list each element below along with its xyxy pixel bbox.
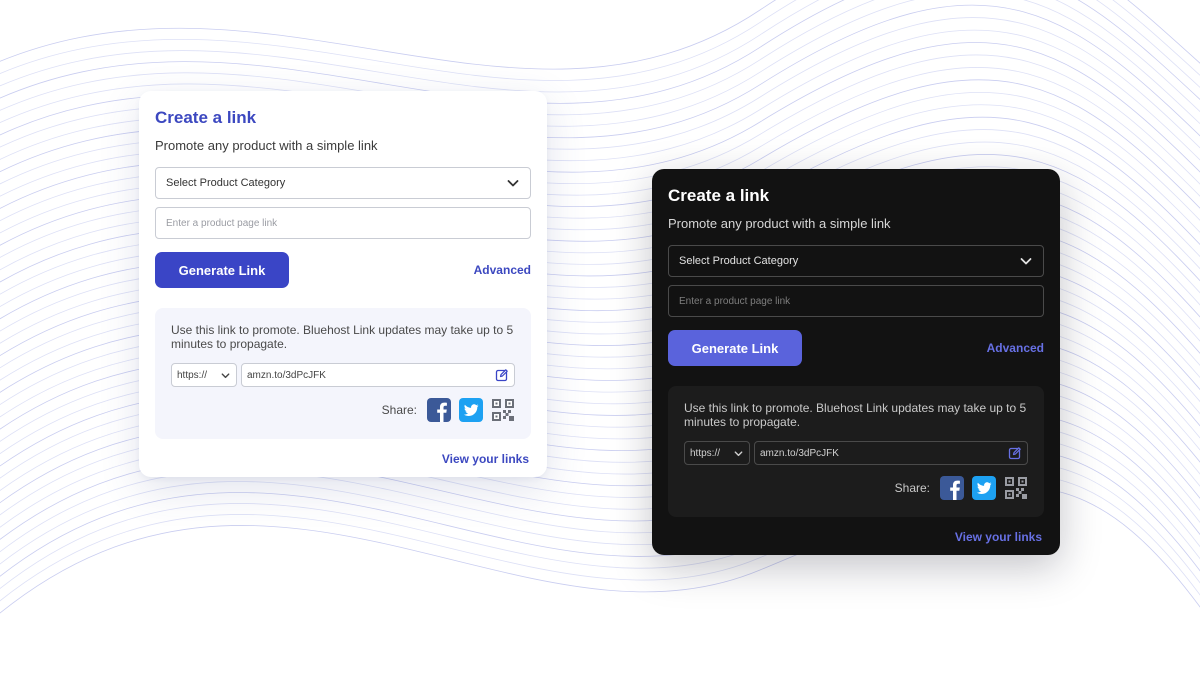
card-subtitle: Promote any product with a simple link <box>155 138 378 153</box>
view-your-links-link[interactable]: View your links <box>155 452 531 466</box>
background-wave-line <box>0 0 1200 70</box>
advanced-link[interactable]: Advanced <box>987 341 1044 355</box>
create-link-card-dark: Create a link Promote any product with a… <box>652 169 1060 555</box>
propagation-note: Use this link to promote. Bluehost Link … <box>684 401 1027 429</box>
chevron-down-icon <box>507 180 519 187</box>
product-category-select[interactable]: Select Product Category <box>668 245 1044 277</box>
card-title: Create a link <box>155 108 257 127</box>
share-label: Share: <box>894 481 930 495</box>
card-title: Create a link <box>668 186 770 205</box>
facebook-icon[interactable] <box>940 476 964 500</box>
facebook-icon[interactable] <box>427 398 451 422</box>
protocol-value: https:// <box>690 447 721 459</box>
product-category-select[interactable]: Select Product Category <box>155 167 531 199</box>
product-link-input[interactable]: Enter a product page link <box>155 207 531 239</box>
product-link-placeholder: Enter a product page link <box>679 295 791 307</box>
protocol-select[interactable]: https:// <box>684 441 750 465</box>
protocol-value: https:// <box>177 369 208 381</box>
short-url-value: amzn.to/3dPcJFK <box>247 369 326 381</box>
generated-link-panel: Use this link to promote. Bluehost Link … <box>155 308 531 439</box>
card-subtitle: Promote any product with a simple link <box>668 216 891 231</box>
chevron-down-icon <box>221 372 230 378</box>
qr-code-icon[interactable] <box>1004 476 1028 500</box>
view-your-links-link[interactable]: View your links <box>668 530 1044 544</box>
short-url-field[interactable]: amzn.to/3dPcJFK <box>241 363 515 387</box>
chevron-down-icon <box>734 450 743 456</box>
product-category-select-label: Select Product Category <box>166 177 286 189</box>
qr-code-icon[interactable] <box>491 398 515 422</box>
twitter-icon[interactable] <box>459 398 483 422</box>
product-link-input[interactable]: Enter a product page link <box>668 285 1044 317</box>
generate-link-button[interactable]: Generate Link <box>155 252 289 288</box>
share-label: Share: <box>381 403 417 417</box>
product-link-placeholder: Enter a product page link <box>166 217 278 229</box>
short-url-value: amzn.to/3dPcJFK <box>760 447 839 459</box>
propagation-note: Use this link to promote. Bluehost Link … <box>171 323 514 351</box>
generate-link-button[interactable]: Generate Link <box>668 330 802 366</box>
twitter-icon[interactable] <box>972 476 996 500</box>
product-category-select-label: Select Product Category <box>679 255 799 267</box>
create-link-card-light: Create a link Promote any product with a… <box>139 91 547 477</box>
edit-icon[interactable] <box>495 368 509 382</box>
chevron-down-icon <box>1020 258 1032 265</box>
short-url-field[interactable]: amzn.to/3dPcJFK <box>754 441 1028 465</box>
edit-icon[interactable] <box>1008 446 1022 460</box>
advanced-link[interactable]: Advanced <box>474 263 531 277</box>
protocol-select[interactable]: https:// <box>171 363 237 387</box>
generated-link-panel: Use this link to promote. Bluehost Link … <box>668 386 1044 517</box>
background-wave-line <box>0 0 1200 81</box>
